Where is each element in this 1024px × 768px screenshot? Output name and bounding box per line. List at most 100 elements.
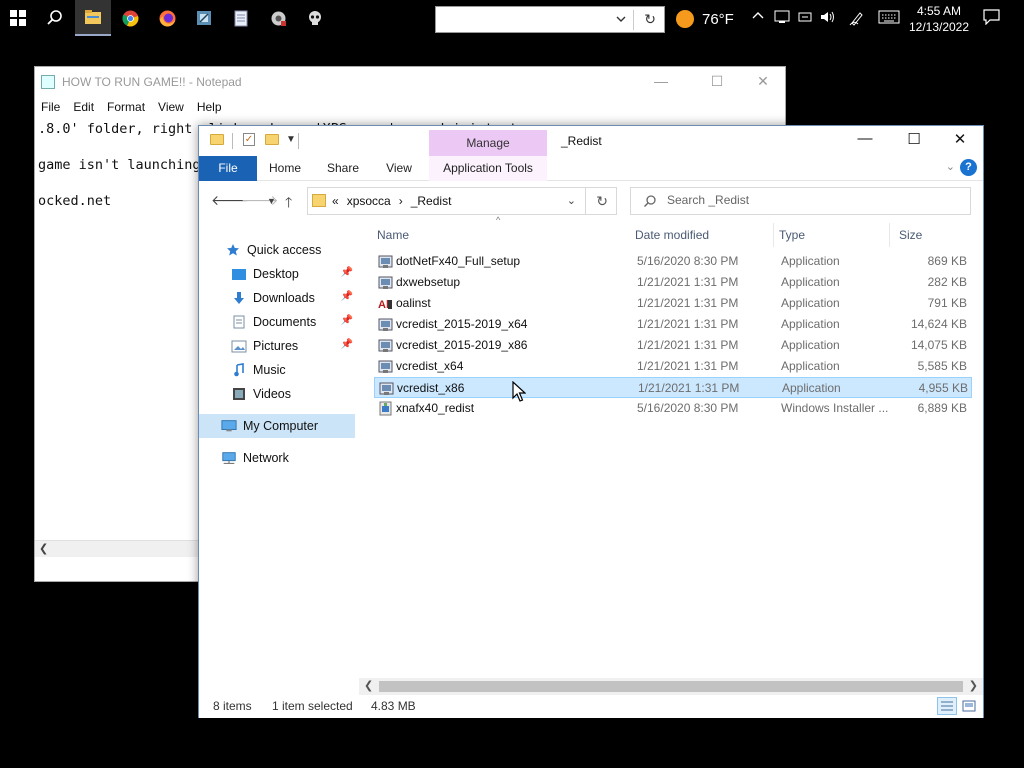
large-icons-view-button[interactable]: [959, 697, 979, 715]
nav-downloads[interactable]: Downloads 📌: [199, 286, 355, 310]
scroll-right-icon[interactable]: ❯: [969, 679, 978, 692]
skull-icon[interactable]: [297, 0, 333, 36]
file-row[interactable]: vcredist_2015-2019_x86 1/21/2021 1:31 PM A…: [374, 335, 972, 356]
weather-widget[interactable]: 76°F: [676, 0, 734, 38]
horizontal-scrollbar[interactable]: ❮ ❯: [359, 678, 983, 695]
breadcrumb-xpsocca[interactable]: xpsocca: [347, 194, 391, 208]
help-icon[interactable]: ?: [960, 159, 977, 176]
drive-tray-icon[interactable]: [798, 10, 812, 27]
customize-toolbar-icon[interactable]: ▼: [286, 134, 296, 145]
notes-icon[interactable]: [223, 0, 259, 36]
refresh-icon[interactable]: ↻: [644, 11, 656, 28]
maximize-button[interactable]: ☐: [891, 130, 937, 148]
column-type[interactable]: Type: [776, 223, 890, 247]
pin-icon[interactable]: 📌: [341, 315, 353, 326]
tab-view[interactable]: View: [377, 156, 421, 181]
pin-icon[interactable]: 📌: [341, 267, 353, 278]
pen-icon[interactable]: [849, 10, 865, 29]
tab-application-tools[interactable]: Application Tools: [429, 156, 547, 181]
file-explorer-icon[interactable]: [75, 0, 111, 36]
file-explorer-window[interactable]: ✓ ▼ Manage _Redist — ☐ ✕ File Home Share…: [198, 125, 984, 718]
weather-temperature: 76°F: [702, 10, 734, 28]
volume-icon[interactable]: [820, 10, 836, 27]
chrome-icon[interactable]: [112, 0, 148, 36]
nav-pictures[interactable]: Pictures 📌: [199, 334, 355, 358]
notification-icon[interactable]: [983, 9, 1000, 28]
videos-icon: [231, 387, 247, 401]
file-row[interactable]: dxwebsetup 1/21/2021 1:31 PM Application 28…: [374, 272, 972, 293]
file-row[interactable]: xnafx40_redist 5/16/2020 8:30 PM Windows I…: [374, 398, 972, 419]
nav-music[interactable]: Music: [199, 358, 355, 382]
system-clock[interactable]: 4:55 AM 12/13/2022: [905, 3, 973, 35]
chevron-down-icon[interactable]: [614, 12, 628, 26]
file-date: 1/21/2021 1:31 PM: [638, 381, 740, 395]
breadcrumb-overflow[interactable]: «: [332, 194, 339, 208]
menu-help[interactable]: Help: [197, 100, 222, 114]
new-folder-icon[interactable]: [265, 134, 279, 145]
up-icon[interactable]: 🡑: [285, 192, 292, 216]
menu-edit[interactable]: Edit: [73, 100, 94, 114]
navigation-bar: 🡐 🡒 ▼ 🡑 « xpsocca › _Redist ⌄ ↻: [199, 181, 983, 219]
start-icon[interactable]: [0, 0, 36, 36]
taskbar-address-box[interactable]: ↻: [435, 6, 665, 33]
search-box[interactable]: [630, 187, 971, 215]
breadcrumb-redist[interactable]: _Redist: [411, 194, 452, 208]
nav-videos[interactable]: Videos: [199, 382, 355, 406]
keyboard-icon[interactable]: [878, 10, 900, 27]
menu-file[interactable]: File: [41, 100, 60, 114]
svg-text:Al: Al: [378, 299, 389, 311]
column-date-modified[interactable]: Date modified: [632, 223, 774, 247]
address-bar[interactable]: « xpsocca › _Redist ⌄ ↻: [307, 187, 617, 215]
scroll-left-icon[interactable]: ❮: [364, 679, 373, 692]
menu-format[interactable]: Format: [107, 100, 145, 114]
firefox-icon[interactable]: [149, 0, 185, 36]
file-row[interactable]: Al oalinst 1/21/2021 1:31 PM Application 791…: [374, 293, 972, 314]
scroll-thumb[interactable]: [379, 681, 963, 692]
expand-ribbon-icon[interactable]: ⌄: [946, 160, 955, 173]
navigation-pane: Quick access Desktop 📌 Downloads 📌 Docum…: [199, 234, 359, 689]
tab-share[interactable]: Share: [319, 156, 367, 181]
maximize-button[interactable]: ☐: [694, 73, 740, 90]
recent-locations-icon[interactable]: ▼: [267, 196, 276, 206]
tab-file[interactable]: File: [199, 156, 257, 181]
menu-view[interactable]: View: [158, 100, 184, 114]
nav-desktop[interactable]: Desktop 📌: [199, 262, 355, 286]
chevron-up-icon[interactable]: [752, 10, 764, 25]
scroll-left-icon[interactable]: ❮: [39, 542, 48, 555]
file-row[interactable]: vcredist_x64 1/21/2021 1:31 PM Application…: [374, 356, 972, 377]
status-bar: 8 items 1 item selected 4.83 MB: [199, 695, 983, 718]
nav-quick-access[interactable]: Quick access: [199, 238, 355, 262]
tab-home[interactable]: Home: [261, 156, 309, 181]
chevron-down-icon[interactable]: ⌄: [567, 194, 576, 207]
file-row[interactable]: vcredist_x86 1/21/2021 1:31 PM Application…: [374, 377, 972, 398]
search-input[interactable]: [667, 193, 957, 207]
close-button[interactable]: ✕: [937, 130, 983, 148]
file-date: 1/21/2021 1:31 PM: [637, 338, 739, 352]
file-row[interactable]: vcredist_2015-2019_x64 1/21/2021 1:31 PM A…: [374, 314, 972, 335]
nav-documents[interactable]: Documents 📌: [199, 310, 355, 334]
search-icon[interactable]: [37, 0, 73, 36]
refresh-icon[interactable]: ↻: [596, 193, 608, 210]
notepad-horizontal-scrollbar[interactable]: ❮: [35, 540, 199, 557]
app-icon[interactable]: [186, 0, 222, 36]
nav-my-computer[interactable]: My Computer: [199, 414, 355, 438]
nav-label: Videos: [253, 387, 291, 401]
pictures-icon: [231, 339, 247, 353]
pin-icon[interactable]: 📌: [341, 339, 353, 350]
close-button[interactable]: ✕: [740, 73, 786, 90]
column-name[interactable]: Name: [374, 223, 632, 247]
properties-icon[interactable]: ✓: [243, 133, 255, 146]
pin-icon[interactable]: 📌: [341, 291, 353, 302]
minimize-button[interactable]: —: [842, 130, 888, 147]
network-icon: [221, 451, 237, 465]
network-tray-icon[interactable]: [774, 10, 790, 27]
file-row[interactable]: dotNetFx40_Full_setup 5/16/2020 8:30 PM Ap…: [374, 251, 972, 272]
search-icon: [644, 195, 656, 207]
manage-tab[interactable]: Manage: [429, 130, 547, 157]
explorer-titlebar[interactable]: ✓ ▼ Manage _Redist — ☐ ✕: [199, 126, 983, 157]
column-size[interactable]: Size: [896, 223, 972, 247]
game-icon[interactable]: [260, 0, 296, 36]
minimize-button[interactable]: —: [638, 73, 684, 89]
details-view-button[interactable]: [937, 697, 957, 715]
nav-network[interactable]: Network: [199, 446, 355, 470]
